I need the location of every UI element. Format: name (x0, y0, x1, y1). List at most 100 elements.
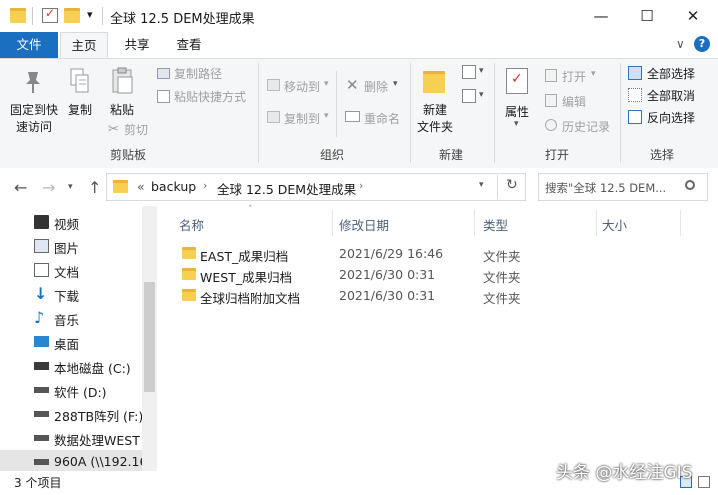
nav-item-documents[interactable]: 文档 (0, 258, 142, 282)
search-icon[interactable] (685, 180, 695, 190)
nav-item-music[interactable]: ♪ 音乐 (0, 306, 142, 330)
tab-home[interactable]: 主页 (60, 32, 108, 58)
column-header-modified[interactable]: 修改日期 (339, 215, 389, 234)
move-to-icon (267, 79, 280, 91)
nav-item-network-west[interactable]: 数据处理WEST (0, 426, 142, 450)
copy-to-button[interactable]: 复制到 (284, 110, 320, 127)
properties-check-icon[interactable]: ✓ (42, 6, 58, 23)
properties-icon: ✓ (506, 68, 528, 94)
pin-label-line1[interactable]: 固定到快 (10, 101, 58, 118)
delete-button[interactable]: 删除 (364, 78, 388, 95)
divider (474, 210, 475, 236)
select-all-button[interactable]: 全部选择 (647, 65, 695, 82)
breadcrumb-separator-icon[interactable]: › (203, 179, 207, 192)
breadcrumb-backup[interactable]: backup (151, 179, 196, 194)
column-header-type[interactable]: 类型 (483, 215, 508, 234)
new-folder-label-line1[interactable]: 新建 (423, 101, 447, 118)
breadcrumb-current[interactable]: 全球 12.5 DEM处理成果 (217, 179, 356, 198)
tab-file[interactable]: 文件 (0, 32, 58, 58)
quick-access-dropdown[interactable]: ▾ (87, 8, 93, 21)
open-icon (545, 69, 557, 82)
video-icon (34, 215, 49, 229)
select-none-icon (628, 88, 642, 102)
breadcrumb-separator-icon[interactable]: › (359, 179, 363, 192)
edit-button[interactable]: 编辑 (562, 93, 586, 110)
minimize-button[interactable]: — (578, 0, 624, 32)
copy-path-icon (157, 68, 170, 79)
easy-access-icon[interactable] (462, 89, 476, 103)
new-folder-icon[interactable] (64, 8, 80, 23)
large-icons-view-icon[interactable] (698, 476, 710, 488)
nav-item-label: 软件 (D:) (54, 385, 107, 400)
move-to-button[interactable]: 移动到 (284, 78, 320, 95)
table-row[interactable]: WEST_成果归档 2021/6/30 0:31 文件夹 (172, 264, 692, 286)
pin-label-line2[interactable]: 速访问 (16, 118, 52, 135)
chevron-down-icon: ▾ (324, 79, 329, 89)
paste-shortcut-icon (157, 90, 170, 103)
copy-button[interactable]: 复制 (68, 101, 92, 118)
search-input[interactable]: 搜索"全球 12.5 DEM... (545, 180, 681, 196)
divider (32, 7, 33, 25)
table-row[interactable]: EAST_成果归档 2021/6/29 16:46 文件夹 (172, 243, 692, 265)
nav-item-label: 下载 (54, 289, 80, 304)
copy-path-button[interactable]: 复制路径 (174, 65, 222, 82)
nav-item-desktop[interactable]: 桌面 (0, 330, 142, 354)
nav-item-videos[interactable]: 视频 (0, 210, 142, 234)
search-box[interactable]: 搜索"全球 12.5 DEM... (538, 173, 708, 201)
paste-icon (112, 67, 134, 95)
new-folder-label-line2[interactable]: 文件夹 (417, 118, 453, 135)
recent-locations-chevron-icon[interactable]: ▾ (68, 182, 73, 192)
close-button[interactable]: ✕ (670, 0, 716, 32)
nav-scrollbar-thumb[interactable] (144, 282, 155, 392)
nav-item-drive-c[interactable]: 本地磁盘 (C:) (0, 354, 142, 378)
paste-button[interactable]: 粘贴 (110, 101, 134, 118)
network-drive-icon (34, 459, 49, 465)
address-bar[interactable]: « backup › 全球 12.5 DEM处理成果 › ▾ ↻ (106, 173, 526, 201)
copy-to-icon (267, 111, 280, 123)
file-type: 文件夹 (483, 270, 521, 285)
invert-selection-button[interactable]: 反向选择 (647, 109, 695, 126)
tab-share[interactable]: 共享 (114, 32, 160, 58)
ribbon-collapse-icon[interactable]: ∨ (676, 37, 685, 51)
select-none-button[interactable]: 全部取消 (647, 87, 695, 104)
cut-button[interactable]: 剪切 (124, 121, 148, 138)
history-button[interactable]: 历史记录 (562, 118, 610, 135)
back-arrow-icon[interactable]: ← (14, 178, 27, 197)
cut-icon: ✂ (108, 122, 119, 137)
open-button[interactable]: 打开 (562, 68, 586, 85)
breadcrumb-overflow[interactable]: « (137, 179, 145, 194)
chevron-down-icon: ▾ (479, 90, 484, 100)
network-drive-icon (34, 435, 49, 441)
group-label-organize: 组织 (320, 148, 345, 162)
file-modified: 2021/6/30 0:31 (339, 267, 436, 282)
group-label-clipboard: 剪贴板 (110, 148, 147, 162)
picture-icon (34, 239, 49, 253)
nav-item-drive-d[interactable]: 软件 (D:) (0, 378, 142, 402)
rename-button[interactable]: 重命名 (364, 110, 400, 127)
file-modified: 2021/6/30 0:31 (339, 288, 436, 303)
chevron-down-icon: ▾ (324, 111, 329, 121)
maximize-button[interactable]: ☐ (624, 0, 670, 32)
file-name: EAST_成果归档 (200, 249, 289, 264)
refresh-icon[interactable]: ↻ (506, 177, 518, 193)
table-row[interactable]: 全球归档附加文档 2021/6/30 0:31 文件夹 (172, 285, 692, 307)
address-dropdown-icon[interactable]: ▾ (479, 180, 484, 190)
nav-item-pictures[interactable]: 图片 (0, 234, 142, 258)
folder-icon (182, 289, 196, 301)
folder-icon (10, 8, 26, 23)
group-divider (410, 63, 411, 163)
nav-item-downloads[interactable]: ↓ 下载 (0, 282, 142, 306)
up-arrow-icon[interactable]: ↑ (88, 178, 101, 197)
forward-arrow-icon[interactable]: → (42, 178, 55, 197)
column-header-name[interactable]: 名称 (179, 215, 204, 234)
folder-icon (182, 247, 196, 259)
delete-icon: ✕ (346, 76, 359, 94)
nav-item-drive-f[interactable]: 288TB阵列 (F:) (0, 402, 143, 426)
drive-icon (34, 411, 49, 417)
new-item-icon[interactable] (462, 65, 476, 79)
tab-view[interactable]: 查看 (166, 32, 212, 58)
help-icon[interactable]: ? (694, 36, 710, 52)
column-header-size[interactable]: 大小 (602, 215, 627, 234)
properties-button[interactable]: 属性 (505, 103, 529, 120)
paste-shortcut-button[interactable]: 粘贴快捷方式 (174, 88, 246, 105)
